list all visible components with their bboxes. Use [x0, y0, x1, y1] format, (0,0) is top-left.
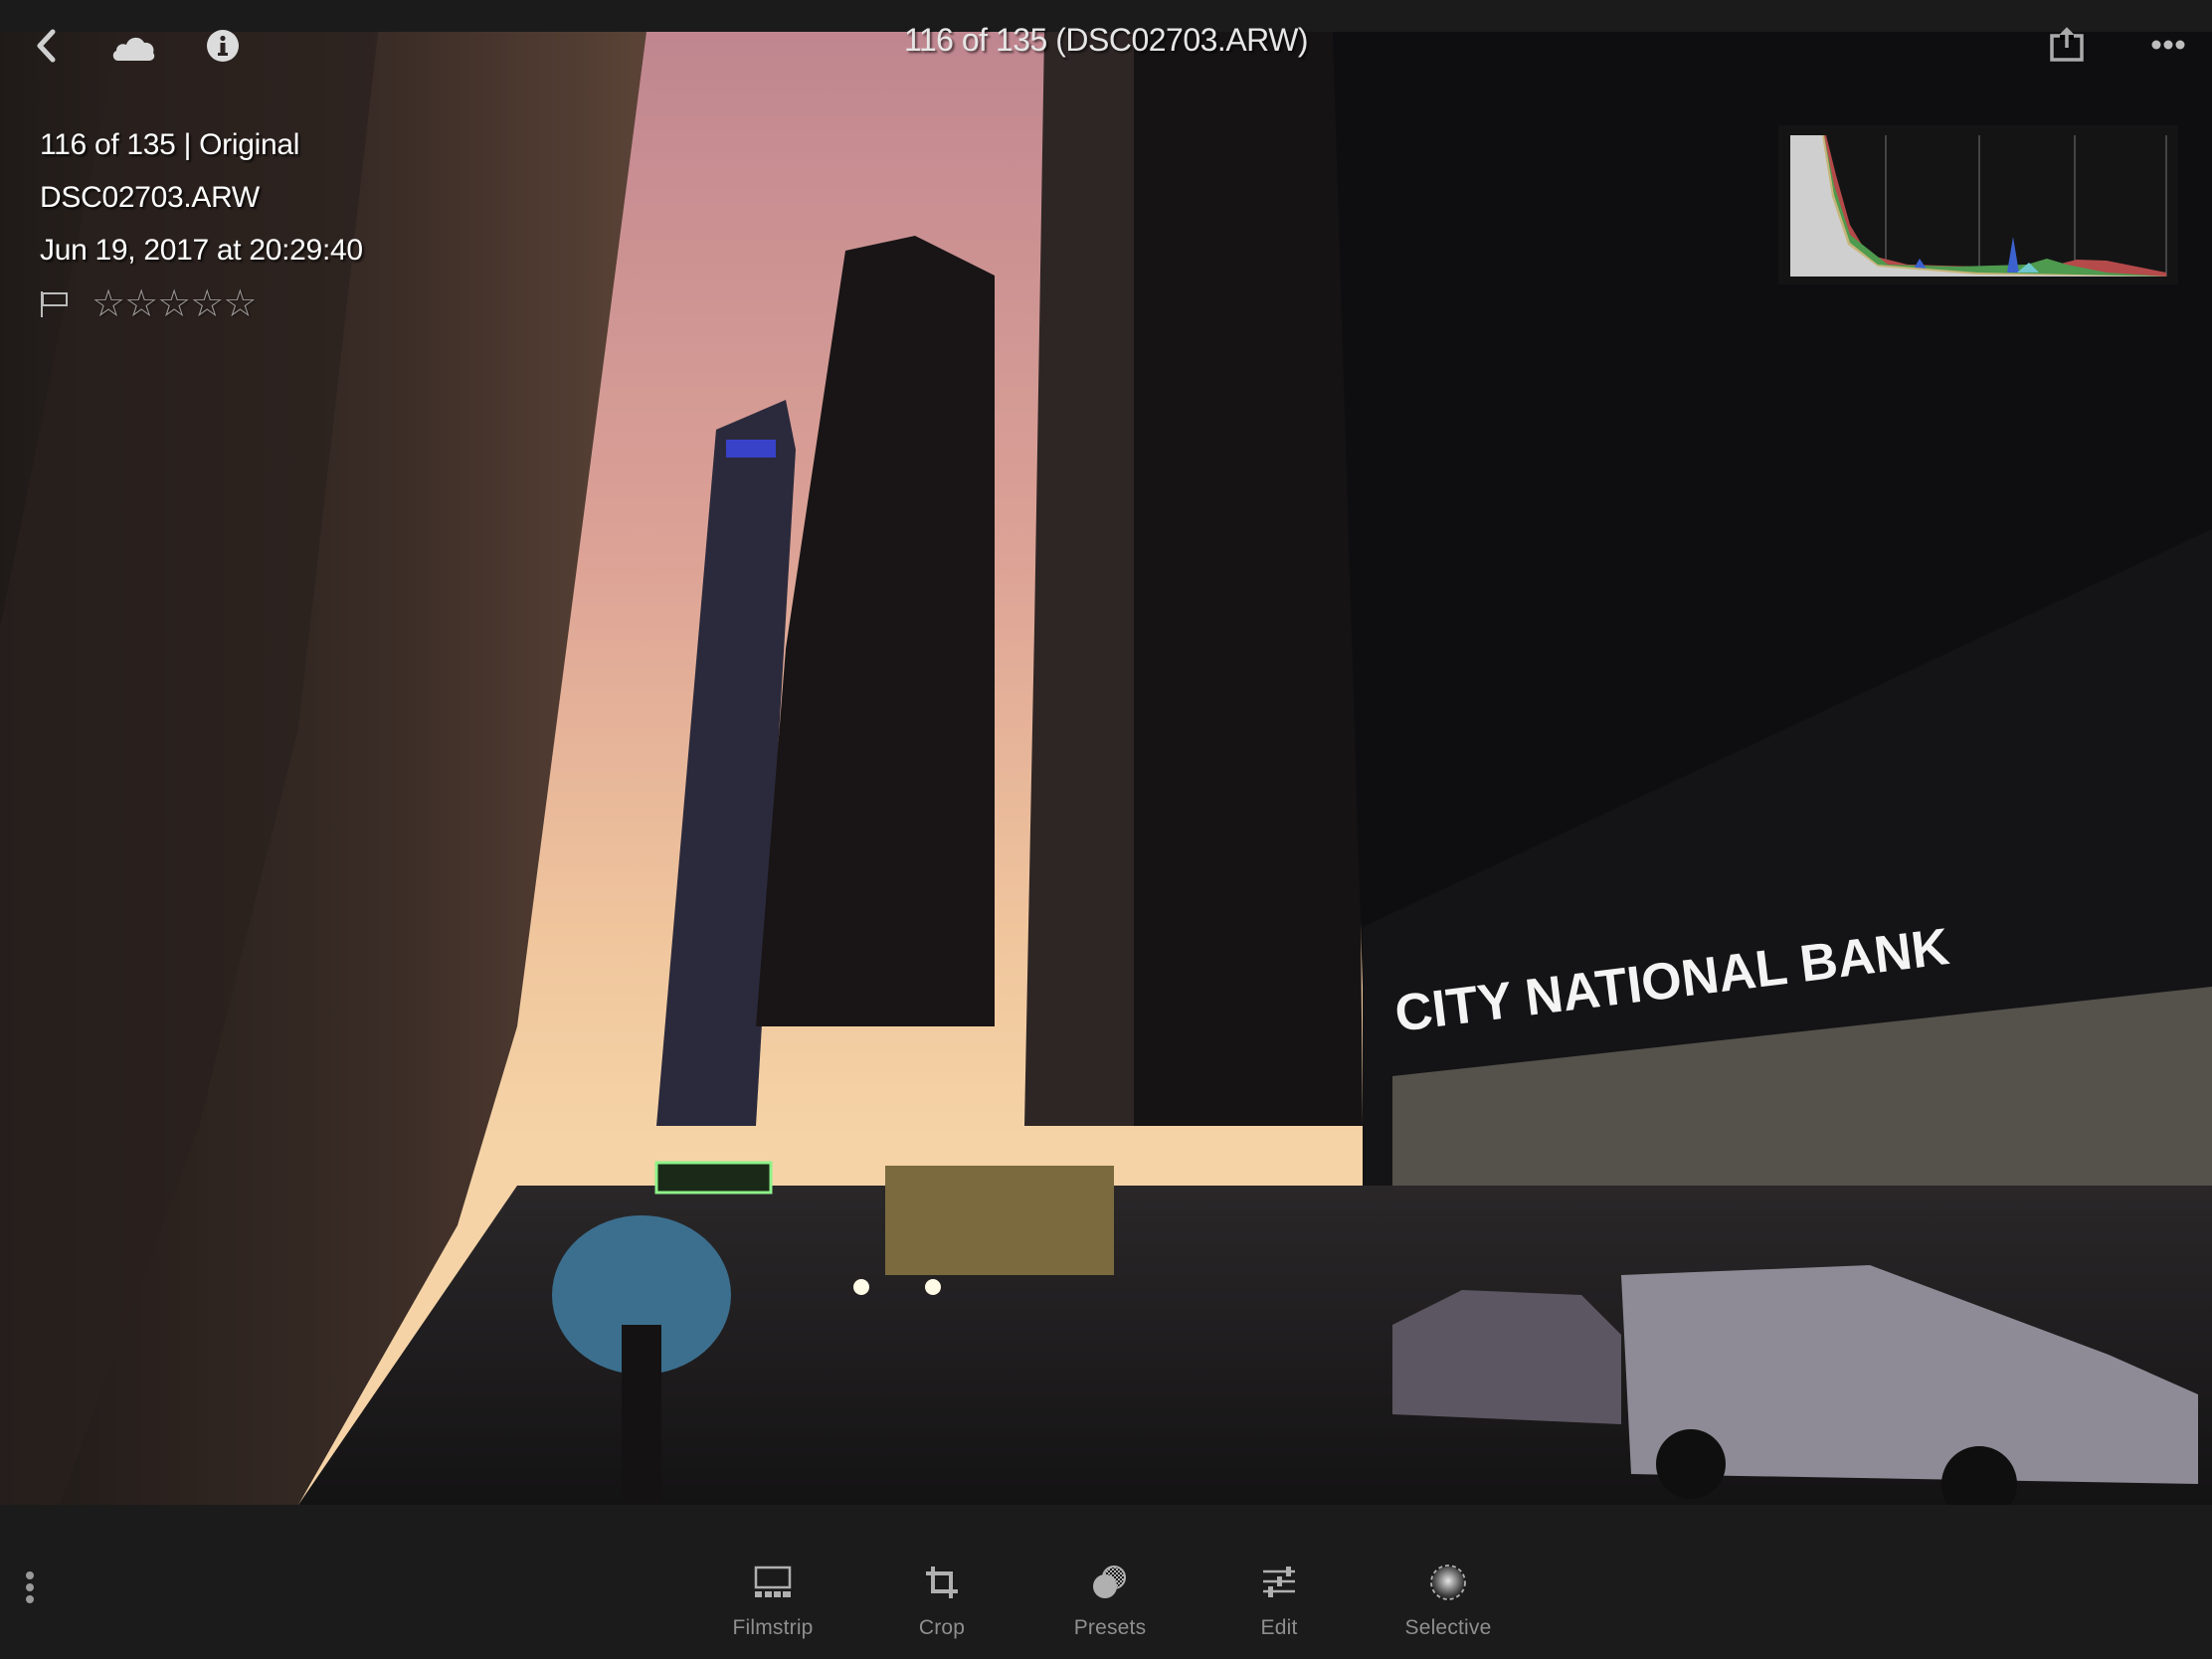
photo-title: 116 of 135 (DSC02703.ARW) [903, 22, 1309, 58]
star-3[interactable]: ☆ [157, 285, 191, 323]
more-options-button[interactable] [2148, 30, 2188, 60]
star-1[interactable]: ☆ [92, 285, 125, 323]
presets-icon [1093, 1566, 1126, 1598]
star-4[interactable]: ☆ [190, 285, 224, 323]
presets-button[interactable]: Presets [1040, 1563, 1180, 1640]
share-button[interactable] [2047, 24, 2087, 64]
selective-icon [1430, 1565, 1466, 1600]
more-horizontal-icon [2151, 40, 2185, 50]
edit-button[interactable]: Edit [1209, 1563, 1349, 1640]
filmstrip-label: Filmstrip [732, 1616, 814, 1639]
edit-label: Edit [1260, 1616, 1298, 1639]
filmstrip-icon [754, 1566, 792, 1597]
capture-date-line: Jun 19, 2017 at 20:29:40 [40, 234, 363, 267]
sliders-icon [1263, 1567, 1295, 1597]
star-2[interactable]: ☆ [124, 285, 158, 323]
star-rating[interactable]: ☆ ☆ ☆ ☆ ☆ [92, 285, 257, 323]
crop-label: Crop [918, 1616, 966, 1639]
presets-label: Presets [1073, 1616, 1147, 1639]
crop-icon [926, 1567, 958, 1598]
flag-icon[interactable] [40, 290, 70, 318]
selective-button[interactable]: Selective [1379, 1563, 1518, 1640]
histogram-luminance [1790, 135, 2166, 276]
bottom-toolbar: Filmstrip Crop Presets Edit Selective [0, 1505, 2212, 1659]
filename-line: DSC02703.ARW [40, 181, 260, 214]
star-5[interactable]: ☆ [223, 285, 257, 323]
more-vertical-icon [26, 1571, 34, 1603]
position-line: 116 of 135 | Original [40, 128, 300, 161]
histogram-panel[interactable] [1778, 125, 2178, 284]
share-icon [2050, 27, 2084, 62]
suv [1392, 1290, 1621, 1424]
truck [885, 1166, 1114, 1275]
neon-sign [654, 1161, 773, 1195]
selective-label: Selective [1404, 1616, 1492, 1639]
filmstrip-button[interactable]: Filmstrip [703, 1563, 842, 1640]
photo-info-overlay: 116 of 135 | Original DSC02703.ARW Jun 1… [40, 123, 363, 323]
crop-button[interactable]: Crop [872, 1563, 1012, 1640]
toolbar-more-button[interactable] [20, 1569, 40, 1609]
histogram-graph [1790, 135, 2167, 276]
dark-tower [1134, 32, 1363, 1126]
flag-rating-row: ☆ ☆ ☆ ☆ ☆ [40, 285, 363, 323]
